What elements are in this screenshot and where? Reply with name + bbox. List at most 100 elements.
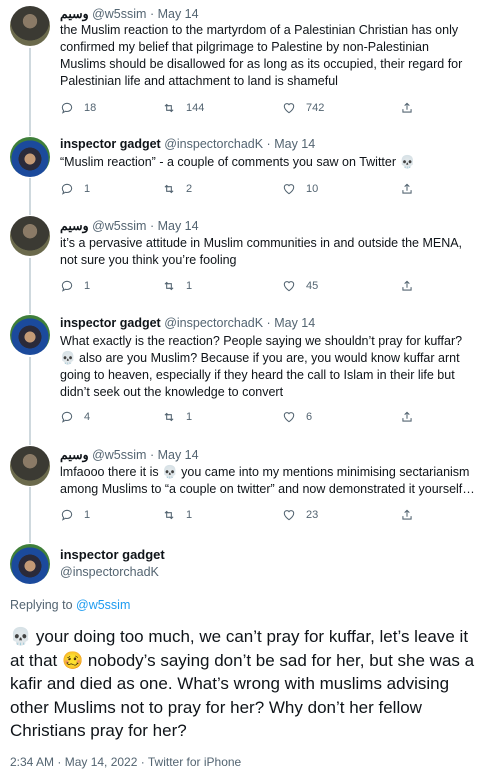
like-count: 6 (306, 411, 313, 423)
reply-count: 4 (84, 411, 91, 423)
separator: · (149, 448, 155, 462)
display-name[interactable]: inspector gadget (60, 316, 161, 330)
retweet-icon (164, 510, 174, 520)
display-name[interactable]: وسيم (60, 448, 89, 462)
tweet-actions: 1 1 23 (60, 508, 420, 526)
handle[interactable]: @w5ssim (92, 448, 146, 462)
reply-icon (61, 183, 73, 195)
separator: · (266, 316, 271, 330)
like-button[interactable]: 45 (282, 279, 318, 293)
like-button[interactable]: 6 (282, 410, 312, 424)
tweet-text: lmfaooo there it is 💀 you came into my m… (60, 465, 475, 496)
main-tweet-text: 💀 your doing too much, we can’t pray for… (10, 627, 475, 740)
display-name[interactable]: inspector gadget (60, 547, 165, 562)
retweet-count: 1 (186, 280, 193, 292)
reply-count: 1 (84, 509, 91, 521)
tweet-header: inspector gadget @inspectorchadK · May 1… (60, 316, 315, 330)
separator: · (149, 219, 155, 233)
replying-to: Replying to @w5ssim (10, 598, 130, 612)
retweet-count: 144 (186, 102, 205, 114)
tweet-timestamp[interactable]: 2:34 AM · May 14, 2022 · Twitter for iPh… (10, 755, 241, 769)
tweet-actions: 1 1 45 (60, 279, 420, 297)
retweet-button[interactable]: 144 (162, 101, 204, 115)
avatar[interactable] (10, 446, 50, 486)
handle[interactable]: @w5ssim (92, 219, 146, 233)
reply-button[interactable]: 1 (60, 182, 90, 196)
tweet-date[interactable]: May 14 (158, 448, 199, 462)
tweet-date[interactable]: May 14 (274, 316, 315, 330)
avatar[interactable] (10, 137, 50, 177)
tweet-actions: 1 2 10 (60, 182, 420, 200)
avatar[interactable] (10, 315, 50, 355)
reply-count: 1 (84, 280, 91, 292)
thread-line (29, 178, 31, 215)
share-button[interactable] (400, 508, 414, 522)
reply-icon (61, 509, 73, 521)
like-button[interactable]: 742 (282, 101, 324, 115)
heart-icon (283, 412, 295, 423)
share-icon (402, 411, 412, 422)
like-count: 23 (306, 509, 319, 521)
thread-line (29, 357, 31, 445)
like-count: 742 (306, 102, 325, 114)
thread-line (29, 487, 31, 543)
thread-line (29, 258, 31, 314)
display-name[interactable]: inspector gadget (60, 137, 161, 151)
retweet-count: 1 (186, 411, 193, 423)
handle[interactable]: @inspectorchadK (164, 316, 263, 330)
reply-icon (61, 102, 73, 114)
reply-button[interactable]: 18 (60, 101, 96, 115)
share-button[interactable] (400, 182, 414, 196)
retweet-button[interactable]: 1 (162, 508, 192, 522)
retweet-button[interactable]: 2 (162, 182, 192, 196)
tweet-text: “Muslim reaction” - a couple of comments… (60, 155, 416, 169)
handle[interactable]: @w5ssim (92, 7, 146, 21)
heart-icon (283, 103, 295, 114)
thread-line (29, 48, 31, 136)
tweet-date[interactable]: May 14 (158, 219, 199, 233)
retweet-button[interactable]: 1 (162, 279, 192, 293)
retweet-button[interactable]: 1 (162, 410, 192, 424)
tweet-actions: 18 144 742 (60, 101, 420, 119)
reply-count: 1 (84, 183, 91, 195)
handle[interactable]: @inspectorchadK (164, 137, 263, 151)
separator: · (149, 7, 155, 21)
avatar[interactable] (10, 6, 50, 46)
retweet-count: 1 (186, 509, 193, 521)
share-icon (402, 509, 412, 520)
retweet-icon (164, 412, 174, 422)
tweet-header: inspector gadget @inspectorchadK · May 1… (60, 137, 315, 151)
share-button[interactable] (400, 279, 414, 293)
tweet-date[interactable]: May 14 (158, 7, 199, 21)
share-icon (402, 102, 412, 113)
share-icon (402, 183, 412, 194)
handle[interactable]: @inspectorchadK (60, 565, 159, 579)
share-button[interactable] (400, 410, 414, 424)
tweet-text: the Muslim reaction to the martyrdom of … (60, 23, 463, 88)
display-name[interactable]: وسيم (60, 7, 89, 21)
reply-button[interactable]: 4 (60, 410, 90, 424)
like-count: 10 (306, 183, 319, 195)
display-name[interactable]: وسيم (60, 219, 89, 233)
replying-to-link[interactable]: @w5ssim (76, 598, 130, 612)
like-count: 45 (306, 280, 319, 292)
heart-icon (283, 281, 295, 292)
like-button[interactable]: 23 (282, 508, 318, 522)
reply-button[interactable]: 1 (60, 279, 90, 293)
share-button[interactable] (400, 101, 414, 115)
tweet-header: وسيم @w5ssim · May 14 (60, 218, 199, 233)
reply-icon (61, 280, 73, 292)
avatar[interactable] (10, 216, 50, 256)
avatar[interactable] (10, 544, 50, 584)
reply-button[interactable]: 1 (60, 508, 90, 522)
heart-icon (283, 184, 295, 195)
tweet-header: وسيم @w5ssim · May 14 (60, 6, 199, 21)
tweet-text: it’s a pervasive attitude in Muslim comm… (60, 236, 463, 267)
tweet-actions: 4 1 6 (60, 410, 420, 428)
like-button[interactable]: 10 (282, 182, 318, 196)
reply-count: 18 (84, 102, 97, 114)
retweet-icon (164, 103, 174, 113)
tweet-date[interactable]: May 14 (274, 137, 315, 151)
heart-icon (283, 510, 295, 521)
retweet-icon (164, 184, 174, 194)
